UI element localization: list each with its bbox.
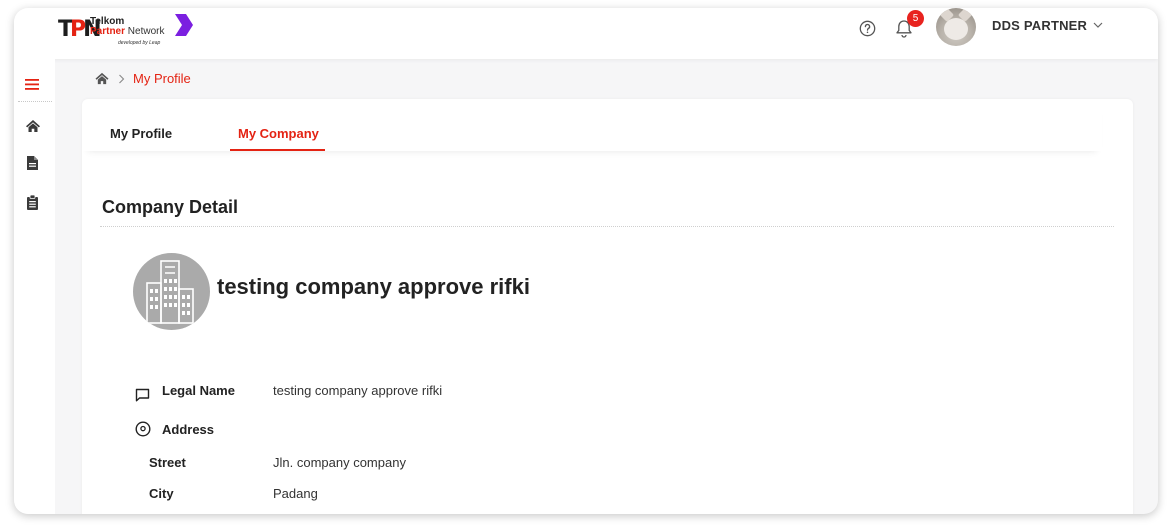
active-tab-indicator [230,149,325,151]
logo-line3: developed by Leap [118,40,161,46]
city-value: Padang [273,486,318,501]
notification-badge: 5 [907,10,924,27]
document-icon[interactable] [27,156,38,170]
legal-name-value: testing company approve rifki [273,383,443,398]
city-label: City [149,486,174,501]
company-name: testing company approve rifki [217,274,530,299]
sidebar [14,59,55,514]
building-icon [146,260,194,324]
address-label: Address [162,422,215,437]
legal-name-row: Legal Name [162,383,235,398]
telkom-partner-network-logo[interactable]: TPN Telkom Partner Network developed by … [58,12,208,52]
chevron-right-icon [119,74,125,83]
comment-icon [135,388,150,402]
sidebar-divider [18,101,52,102]
tab-my-company[interactable]: My Company [238,126,319,141]
app-window: TPN Telkom Partner Network developed by … [14,8,1158,514]
company-logo [133,253,210,330]
help-icon[interactable] [859,20,876,37]
top-header: TPN Telkom Partner Network developed by … [14,8,1158,59]
home-icon[interactable] [25,119,41,133]
logo-line2-brand: Partner [90,26,126,37]
clipboard-icon[interactable] [27,195,38,210]
avatar[interactable] [936,8,976,46]
section-title: Company Detail [102,197,239,217]
logo-line2: Partner Network [90,26,164,37]
tab-my-profile[interactable]: My Profile [110,126,172,141]
home-icon[interactable] [94,72,110,85]
user-name[interactable]: DDS PARTNER [992,18,1087,33]
chevron-down-icon[interactable] [1092,20,1104,30]
section-divider [100,226,1114,227]
breadcrumb-current[interactable]: My Profile [133,71,191,86]
breadcrumb: My Profile [94,71,191,86]
content-card: My Profile My Company Company Detail tes… [82,99,1133,514]
legal-name-label: Legal Name [162,383,235,398]
street-label: Street [149,455,186,470]
logo-chevron-icon [175,14,193,36]
logo-line2-rest: Network [125,26,165,37]
location-pin-icon [135,421,151,437]
tab-bar: My Profile My Company [82,99,1102,151]
hamburger-menu-icon[interactable] [25,79,39,90]
street-value: Jln. company company [273,455,406,470]
